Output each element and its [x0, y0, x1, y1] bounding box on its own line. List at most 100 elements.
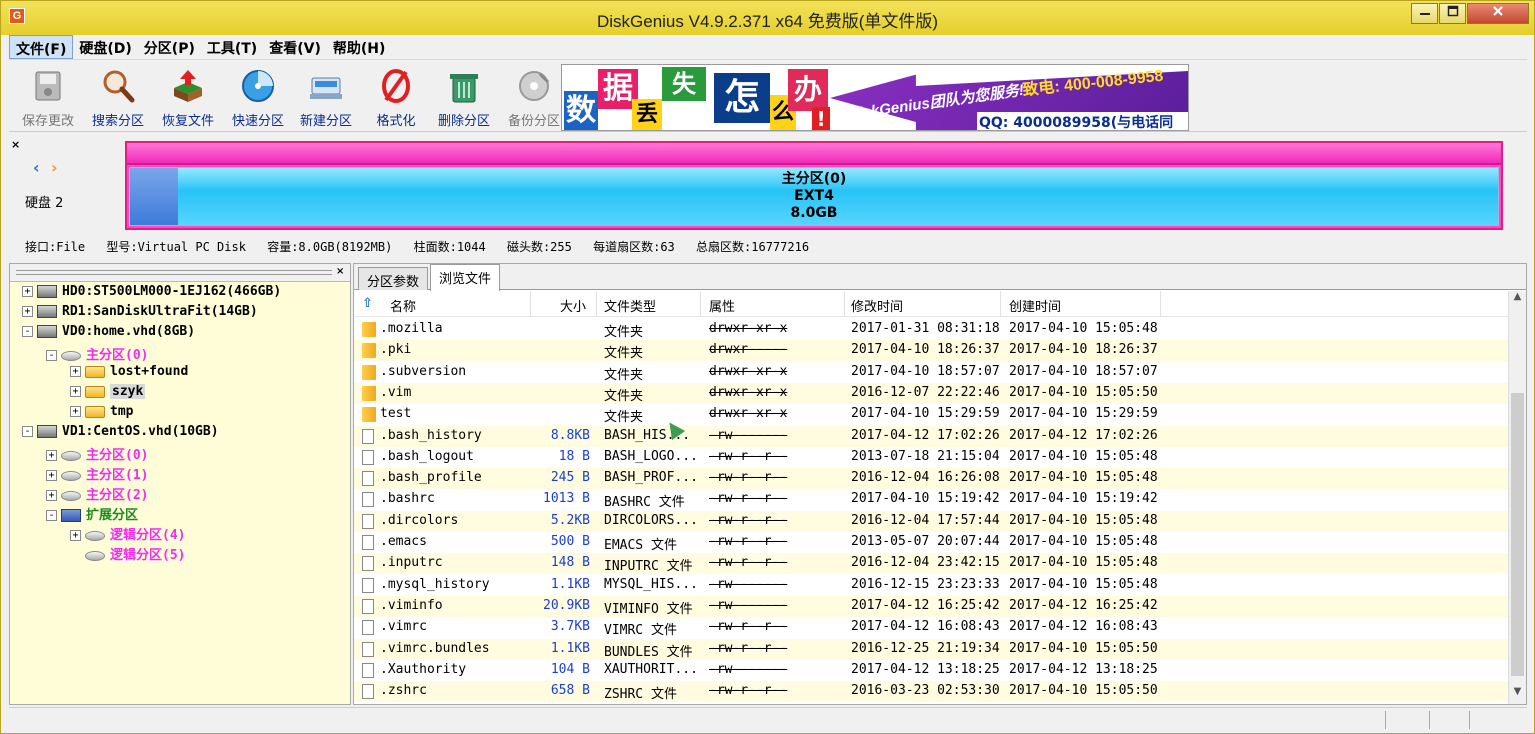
file-mtime: 2016-12-04 16:26:08	[851, 470, 1000, 486]
close-button[interactable]	[1467, 3, 1529, 24]
toolbar-button-label: 恢复文件	[161, 114, 214, 129]
expand-icon[interactable]: +	[46, 470, 57, 481]
tree-node[interactable]: 逻辑分区(5)	[70, 544, 185, 564]
file-row[interactable]: test 文件夹 drwxr-xr-x 2017-04-10 15:29:59 2017…	[354, 404, 1508, 425]
tree-node[interactable]: + 主分区(2)	[46, 484, 148, 504]
file-name: .bash_logout	[380, 448, 474, 464]
menu-item-4[interactable]: 查看(V)	[263, 35, 327, 59]
file-name: .dircolors	[380, 512, 459, 528]
file-row[interactable]: .dircolors 5.2KB DIRCOLORS... -rw-r--r-- 201…	[354, 510, 1508, 532]
file-row[interactable]: .subversion 文件夹 drwxr-xr-x 2017-04-10 18:57…	[354, 362, 1508, 383]
col-ctime[interactable]: 创建时间	[1009, 296, 1061, 315]
file-row[interactable]: .mysql_history 1.1KB MYSQL_HIS... -rw------…	[354, 575, 1508, 596]
tree-node[interactable]: + 主分区(1)	[46, 464, 148, 484]
collapse-icon[interactable]: -	[46, 510, 57, 521]
expand-icon[interactable]: +	[70, 530, 81, 541]
tree-node[interactable]: + RD1:SanDiskUltraFit(14GB)	[22, 304, 258, 324]
file-row[interactable]: .vim 文件夹 drwxr-xr-x 2016-12-07 22:22:46 2017…	[354, 382, 1508, 404]
file-type: ZSHRC 文件	[604, 687, 677, 703]
file-row[interactable]: .vimrc 3.7KB VIMRC 文件 -rw-r--r-- 2017-04-12 …	[354, 617, 1508, 638]
toolbar-button-5[interactable]: 格式化	[361, 64, 431, 129]
next-disk-icon[interactable]: ›	[51, 158, 58, 177]
toolbar-button-1[interactable]: 搜索分区	[83, 64, 153, 129]
tree-node[interactable]: - VD0:home.vhd(8GB)	[22, 324, 195, 344]
menu-item-3[interactable]: 工具(T)	[201, 35, 263, 59]
menu-item-0[interactable]: 文件(F)	[9, 35, 74, 59]
col-name[interactable]: 名称	[390, 296, 416, 315]
col-mtime[interactable]: 修改时间	[851, 296, 903, 315]
scroll-thumb[interactable]	[1511, 393, 1524, 676]
file-size: 500 B	[550, 534, 590, 549]
tab-partition-params[interactable]: 分区参数	[358, 267, 429, 290]
file-size: 5.2KB	[550, 512, 590, 528]
file-row[interactable]: .pki 文件夹 drwxr----- 2017-04-10 18:26:37 2017…	[354, 340, 1508, 362]
file-row[interactable]: .mozilla 文件夹 drwxr-xr-x 2017-01-31 08:31:18…	[354, 319, 1508, 340]
file-row[interactable]: .bashrc 1013 B BASHRC 文件 -rw-r--r-- 2017-04-…	[354, 489, 1508, 510]
toolbar-button-3[interactable]: 快速分区	[223, 64, 293, 129]
parent-folder-icon[interactable]: ⇧	[362, 296, 373, 311]
panel-grip[interactable]	[16, 270, 332, 275]
tree-node[interactable]: + tmp	[70, 404, 133, 424]
file-row[interactable]: .emacs 500 B EMACS 文件 -rw-r--r-- 2013-05-07 …	[354, 532, 1508, 553]
scroll-up-icon[interactable]: ▲	[1509, 291, 1526, 307]
col-attr[interactable]: 属性	[709, 296, 735, 315]
collapse-icon[interactable]: -	[22, 426, 33, 437]
file-row[interactable]: .Xauthority 104 B XAUTHORIT... -rw------- 20…	[354, 660, 1508, 681]
expand-icon[interactable]: +	[22, 306, 33, 317]
file-mtime: 2016-12-04 23:42:15	[851, 555, 1000, 571]
expand-icon[interactable]: +	[46, 490, 57, 501]
expand-icon[interactable]: +	[70, 366, 81, 377]
partition-block[interactable]: 主分区(0) EXT4 8.0GB	[129, 167, 1499, 226]
partition-icon	[61, 450, 81, 461]
menu-bar: 文件(F) 硬盘(D) 分区(P) 工具(T) 查看(V) 帮助(H)	[9, 35, 1527, 59]
menu-item-1[interactable]: 硬盘(D)	[73, 35, 137, 59]
col-size[interactable]: 大小	[560, 296, 586, 315]
file-row[interactable]: .zshrc 658 B ZSHRC 文件 -rw-r--r-- 2016-03-23 …	[354, 681, 1508, 703]
tree-node[interactable]: - 主分区(0)	[46, 344, 148, 364]
tree-node[interactable]: - VD1:CentOS.vhd(10GB)	[22, 424, 219, 444]
file-row[interactable]: .bash_profile 245 B BASH_PROF... -rw-r--r--…	[354, 468, 1508, 490]
expand-icon[interactable]: +	[46, 450, 57, 461]
disk-panel-close-icon[interactable]: ×	[11, 138, 20, 151]
disk-partition-bar[interactable]: 主分区(0) EXT4 8.0GB	[125, 141, 1503, 230]
file-row[interactable]: .bash_history 8.8KB BASH_HIS... -rw------- 2…	[354, 425, 1508, 447]
folder-icon	[362, 322, 376, 337]
toolbar-button-7[interactable]: 备份分区	[499, 64, 569, 129]
maximize-button[interactable]	[1439, 3, 1466, 24]
toolbar-button-4[interactable]: 新建分区	[291, 64, 361, 129]
toolbar-button-2[interactable]: 恢复文件	[153, 64, 223, 129]
tab-browse-files[interactable]: 浏览文件	[430, 264, 501, 291]
tree-node[interactable]: - 扩展分区	[46, 504, 138, 524]
tree-node[interactable]: + HD0:ST500LM000-1EJ162(466GB)	[22, 284, 281, 304]
tree-node[interactable]: + lost+found	[70, 364, 188, 384]
tree-node[interactable]: + szyk	[70, 384, 146, 404]
menu-item-2[interactable]: 分区(P)	[138, 35, 201, 59]
tree-panel-close-icon[interactable]: ×	[336, 266, 344, 277]
toolbar-button-0[interactable]: 保存更改	[13, 64, 83, 129]
toolbar-button-6[interactable]: 删除分区	[429, 64, 499, 129]
collapse-icon[interactable]: -	[22, 326, 33, 337]
file-row[interactable]: .inputrc 148 B INPUTRC 文件 -rw-r--r-- 2016-12…	[354, 553, 1508, 575]
file-row[interactable]: .bash_logout 18 B BASH_LOGO... -rw-r--r-- 20…	[354, 447, 1508, 468]
file-attr: -rw-r--r--	[709, 470, 788, 486]
file-attr: drwxr-xr-x	[709, 406, 788, 422]
tree-node[interactable]: + 主分区(0)	[46, 444, 148, 464]
expand-icon[interactable]: +	[70, 386, 81, 397]
expand-icon[interactable]: +	[22, 286, 33, 297]
file-mtime: 2016-12-07 22:22:46	[851, 384, 1000, 400]
prev-disk-icon[interactable]: ‹	[33, 158, 40, 177]
col-type[interactable]: 文件类型	[604, 296, 656, 315]
collapse-icon[interactable]: -	[46, 350, 57, 361]
file-row[interactable]: .viminfo 20.9KB VIMINFO 文件 -rw------- 2017-0…	[354, 595, 1508, 617]
ad-banner[interactable]: 数据丢失怎么办! DiskGenius团队为您服务! 致电: 400-008-9…	[561, 64, 1189, 131]
minimize-button[interactable]	[1411, 3, 1438, 24]
file-attr: -rw-------	[709, 576, 788, 592]
menu-item-5[interactable]: 帮助(H)	[327, 35, 392, 59]
tree-node[interactable]: + 逻辑分区(4)	[70, 524, 185, 544]
title-bar[interactable]: G DiskGenius V4.9.2.371 x64 免费版(单文件版)	[1, 1, 1534, 35]
file-row[interactable]: .vimrc.bundles 1.1KB BUNDLES 文件 -rw-r--r-- 2…	[354, 638, 1508, 660]
vertical-scrollbar[interactable]: ▲ ▼	[1508, 291, 1526, 704]
expand-icon[interactable]: +	[70, 406, 81, 417]
file-mtime: 2013-07-18 21:15:04	[851, 448, 1000, 464]
scroll-down-icon[interactable]: ▼	[1509, 686, 1526, 702]
